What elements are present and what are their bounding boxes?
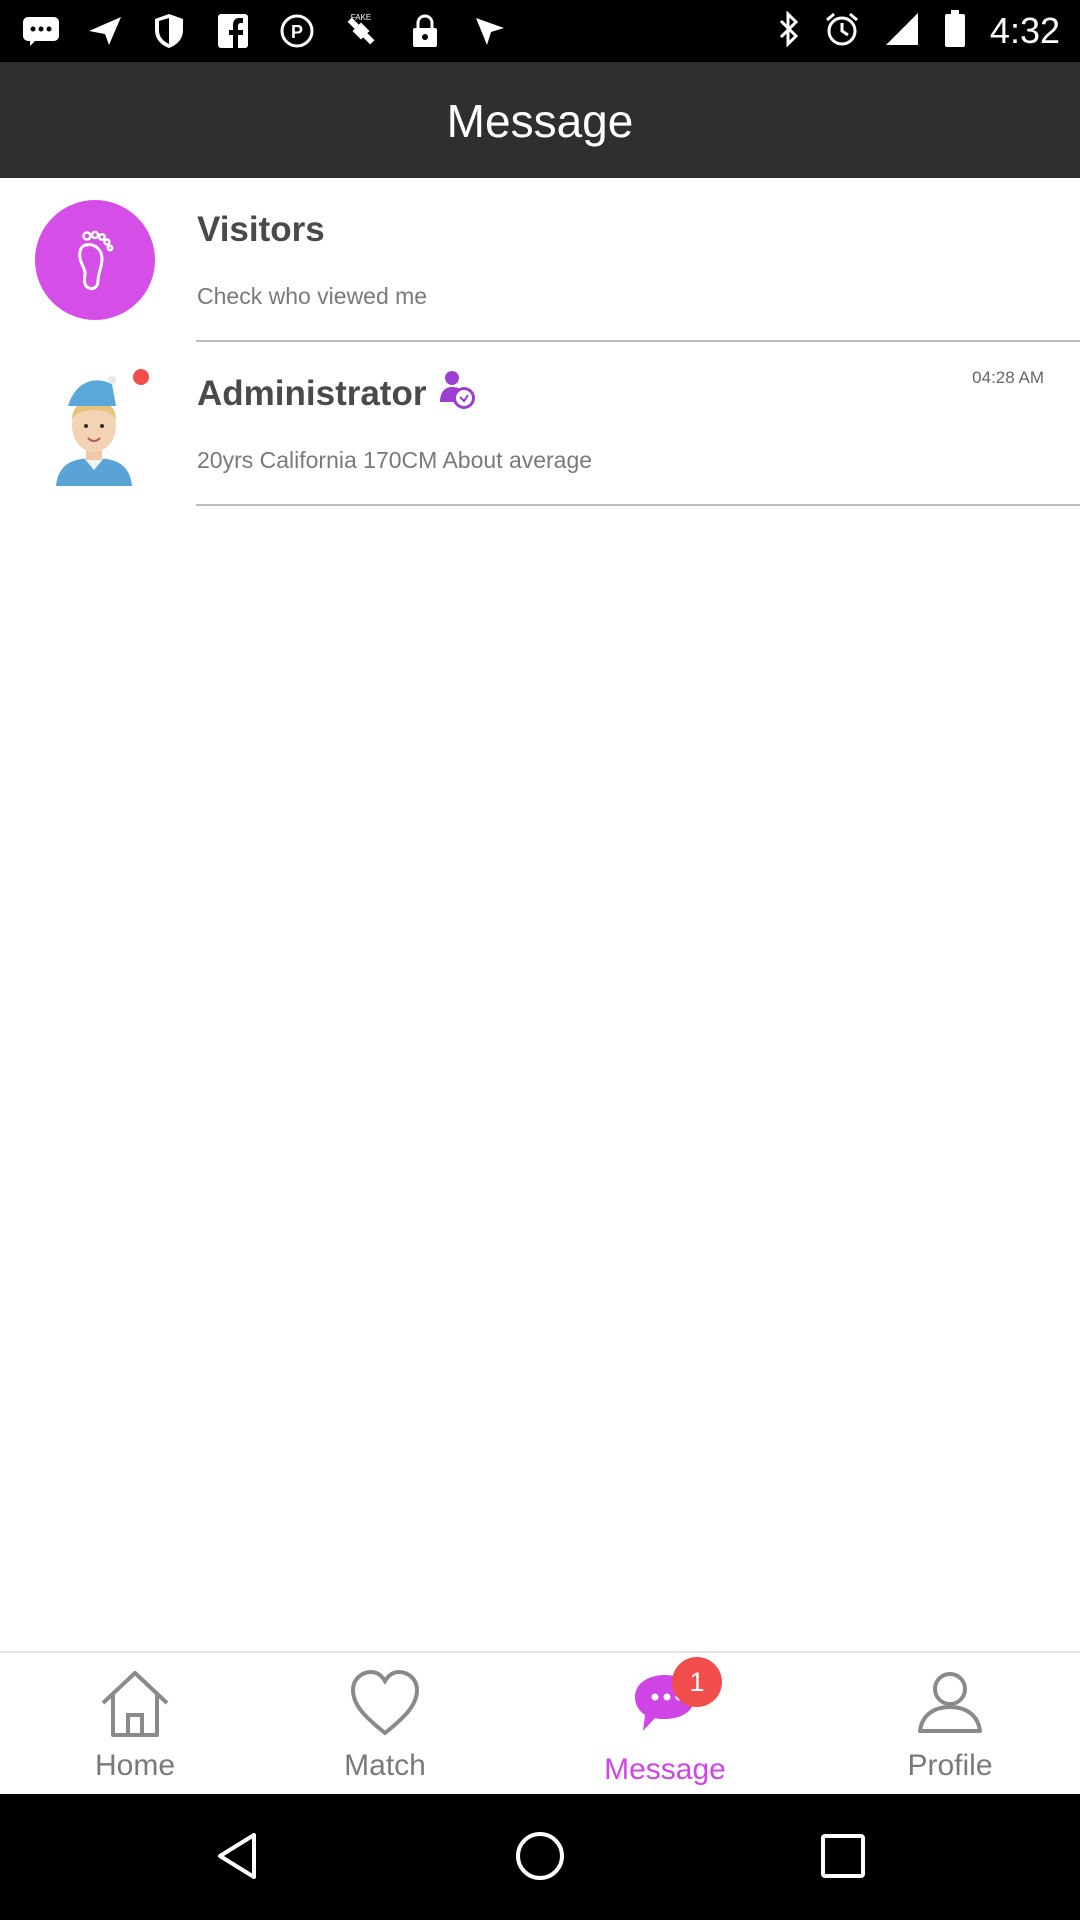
administrator-title: Administrator bbox=[197, 374, 427, 413]
svg-text:FAKE: FAKE bbox=[351, 13, 371, 22]
tab-match-label: Match bbox=[344, 1749, 426, 1782]
tab-message[interactable]: 1 Message bbox=[530, 1653, 800, 1796]
navigation-icon bbox=[470, 14, 508, 48]
svg-text:P: P bbox=[291, 22, 303, 42]
circle-p-icon: P bbox=[278, 14, 316, 48]
footprint-icon bbox=[35, 200, 155, 320]
avatar bbox=[52, 362, 136, 486]
list-item-administrator[interactable]: Administrator 04:28 AM 20yrs California … bbox=[0, 342, 1080, 506]
tab-message-label: Message bbox=[604, 1753, 726, 1786]
heart-icon bbox=[345, 1663, 425, 1743]
chat-icon bbox=[22, 14, 60, 48]
home-nav-button[interactable] bbox=[510, 1826, 570, 1886]
screen: P FAKE 4:32 Message Visitors Check who v… bbox=[0, 0, 1080, 1920]
administrator-subtitle: 20yrs California 170CM About average bbox=[197, 447, 593, 473]
status-time: 4:32 bbox=[989, 10, 1060, 51]
home-icon bbox=[95, 1663, 175, 1743]
message-time: 04:28 AM bbox=[972, 368, 1044, 387]
facebook-icon bbox=[214, 14, 252, 48]
signal-icon bbox=[884, 11, 920, 52]
tab-match[interactable]: Match bbox=[250, 1653, 520, 1796]
status-bar: P FAKE 4:32 bbox=[0, 0, 1080, 62]
list-item-visitors[interactable]: Visitors Check who viewed me bbox=[0, 178, 1080, 342]
send-icon bbox=[86, 14, 124, 48]
bottom-tab-bar: Home Match 1 Message Profile bbox=[0, 1651, 1080, 1794]
page-title: Message bbox=[446, 95, 634, 147]
recents-button[interactable] bbox=[813, 1826, 873, 1886]
person-icon bbox=[910, 1663, 990, 1743]
battery-icon bbox=[944, 9, 966, 53]
verified-user-icon bbox=[434, 368, 478, 412]
system-nav-bar bbox=[0, 1794, 1080, 1920]
bluetooth-icon bbox=[778, 9, 800, 52]
unread-badge: 1 bbox=[672, 1657, 722, 1707]
visitors-subtitle: Check who viewed me bbox=[197, 283, 428, 309]
lock-icon bbox=[406, 14, 444, 48]
tab-home-label: Home bbox=[94, 1749, 176, 1782]
divider bbox=[196, 504, 1080, 506]
fake-gps-icon: FAKE bbox=[342, 13, 380, 48]
app-header: Message bbox=[0, 62, 1080, 178]
alarm-icon bbox=[824, 11, 860, 52]
tab-profile-label: Profile bbox=[907, 1749, 993, 1782]
shield-icon bbox=[150, 14, 188, 48]
tab-profile[interactable]: Profile bbox=[815, 1653, 1080, 1796]
status-left-icons: P FAKE bbox=[22, 12, 508, 50]
tab-home[interactable]: Home bbox=[0, 1653, 270, 1796]
status-right-icons: 4:32 bbox=[778, 8, 1060, 54]
visitors-title: Visitors bbox=[197, 210, 325, 249]
unread-dot bbox=[133, 369, 149, 385]
back-button[interactable] bbox=[207, 1826, 267, 1886]
